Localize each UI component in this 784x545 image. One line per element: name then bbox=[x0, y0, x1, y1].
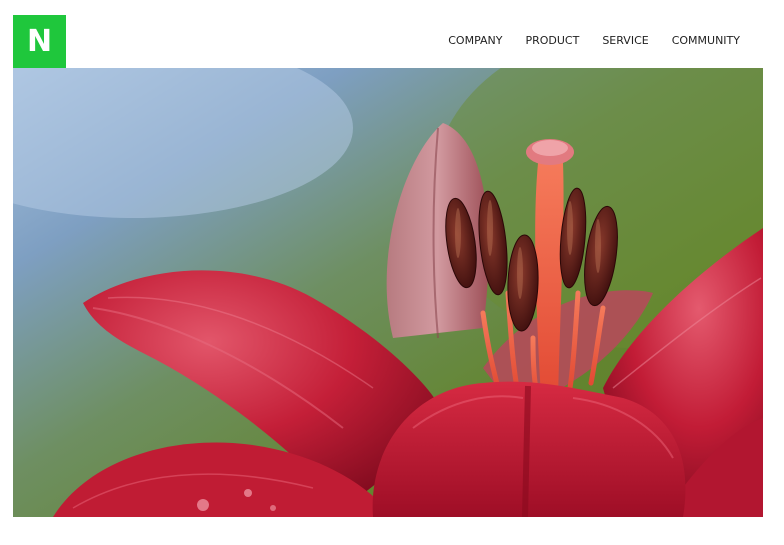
logo-link[interactable]: N bbox=[13, 15, 66, 68]
site-header: N COMPANY PRODUCT SERVICE COMMUNITY bbox=[0, 0, 784, 68]
lily-flower-illustration bbox=[13, 68, 763, 517]
nav-item-community[interactable]: COMMUNITY bbox=[672, 34, 740, 47]
logo-icon: N bbox=[26, 23, 53, 59]
nav-item-product[interactable]: PRODUCT bbox=[525, 34, 579, 47]
main-nav: COMPANY PRODUCT SERVICE COMMUNITY bbox=[448, 34, 740, 47]
nav-item-company[interactable]: COMPANY bbox=[448, 34, 502, 47]
hero-image bbox=[13, 68, 763, 517]
nav-item-service[interactable]: SERVICE bbox=[602, 34, 648, 47]
page: N COMPANY PRODUCT SERVICE COMMUNITY bbox=[0, 0, 784, 545]
